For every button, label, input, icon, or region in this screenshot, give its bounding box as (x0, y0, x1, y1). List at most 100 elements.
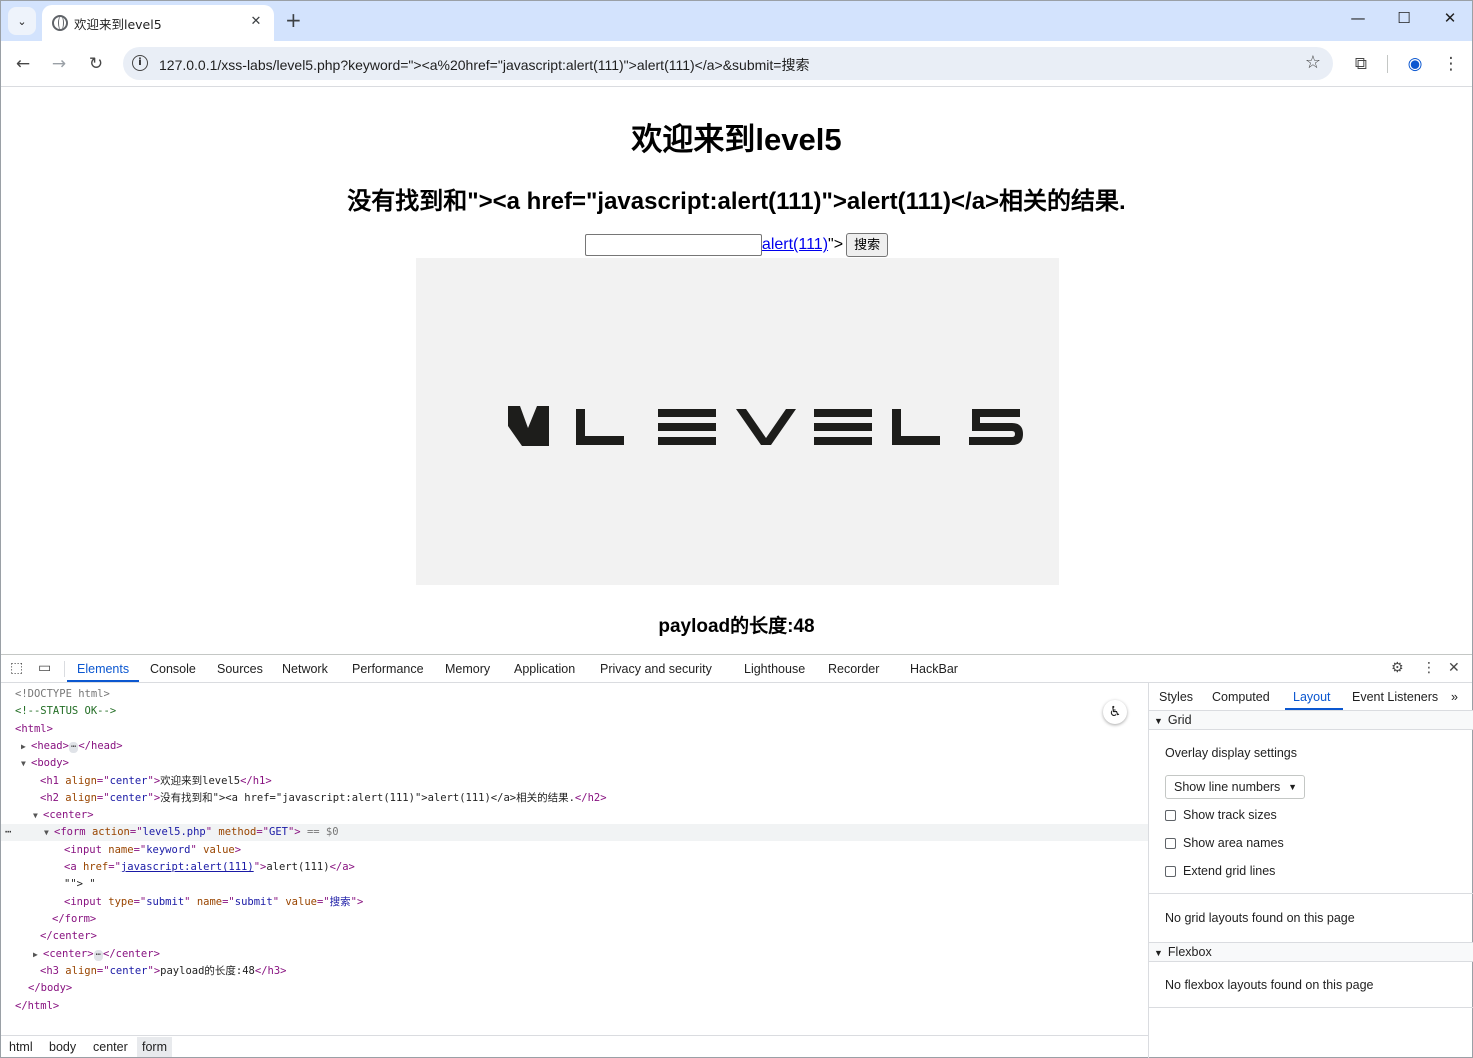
devtools-close-icon[interactable]: ✕ (1448, 660, 1460, 676)
tab-event-listeners[interactable]: Event Listeners (1352, 690, 1438, 704)
devtools-sidebar: Styles Computed Layout Event Listeners »… (1148, 683, 1473, 1058)
tab-title: 欢迎来到level5 (74, 17, 162, 32)
tabbar-divider (64, 661, 65, 677)
show-area-names-checkbox[interactable]: Show area names (1165, 836, 1284, 850)
overlay-settings-label: Overlay display settings (1165, 746, 1298, 760)
new-tab-button[interactable]: + (285, 9, 302, 31)
collapsed-ellipsis: ⋯ (93, 950, 103, 961)
dom-h2[interactable]: <h2 align="center">没有找到和"><a href="javas… (40, 790, 607, 807)
toolbar-divider (1387, 55, 1388, 73)
close-window-button[interactable]: ✕ (1440, 9, 1460, 27)
dom-head[interactable]: ▶ <head> ⋯ </head> (21, 738, 123, 755)
back-arrow-icon[interactable]: ← (11, 52, 35, 76)
tab-privacy-security[interactable]: Privacy and security (600, 662, 712, 676)
page-heading: 欢迎来到level5 (631, 122, 842, 157)
dom-center-collapsed[interactable]: ▶ <center> ⋯ </center> (33, 946, 160, 963)
globe-icon (52, 15, 68, 31)
accessibility-tree-icon[interactable]: ♿ (1103, 700, 1127, 724)
dom-html-close[interactable]: </html> (15, 998, 59, 1015)
more-tabs-chevron-icon[interactable]: » (1451, 690, 1458, 704)
tab-layout[interactable]: Layout (1293, 690, 1331, 704)
breadcrumb-form[interactable]: form (137, 1037, 172, 1057)
tab-sources[interactable]: Sources (217, 662, 263, 676)
menu-kebab-icon[interactable]: ⋮ (1439, 52, 1463, 76)
dom-input-keyword[interactable]: <input name="keyword" value> (64, 842, 241, 859)
extend-grid-lines-checkbox[interactable]: Extend grid lines (1165, 864, 1275, 878)
tab-hackbar[interactable]: HackBar (910, 662, 958, 676)
tab-network[interactable]: Network (282, 662, 328, 676)
page-content: 欢迎来到level5 没有找到和"><a href="javascript:al… (1, 88, 1472, 654)
dom-form-close[interactable]: </form> (52, 911, 96, 928)
grid-section-header[interactable]: ▼ Grid (1149, 710, 1473, 730)
divider (1149, 1007, 1473, 1008)
dom-row-more-icon[interactable]: ⋯ (5, 824, 11, 841)
address-bar[interactable]: i 127.0.0.1/xss-labs/level5.php?keyword=… (123, 47, 1333, 80)
elements-tree: <!DOCTYPE html> <!--STATUS OK--> <html> … (1, 684, 1148, 1034)
no-grid-message: No grid layouts found on this page (1165, 911, 1355, 925)
breadcrumb-body[interactable]: body (49, 1040, 76, 1054)
dom-center-close[interactable]: </center> (40, 928, 97, 945)
profile-avatar-icon[interactable]: ◉ (1403, 52, 1427, 76)
extensions-puzzle-icon[interactable]: ⧉ (1349, 52, 1373, 76)
result-heading: 没有找到和"><a href="javascript:alert(111)">a… (347, 188, 1126, 215)
device-toolbar-icon[interactable]: ▭ (38, 660, 51, 676)
dropdown-arrow-icon: ▼ (1288, 782, 1297, 792)
dom-html-open[interactable]: <html> (15, 721, 53, 738)
dom-comment[interactable]: <!--STATUS OK--> (15, 703, 116, 720)
dom-h1[interactable]: <h1 align="center">欢迎来到level5</h1> (40, 773, 272, 790)
level5-logo-image (416, 258, 1059, 585)
search-submit-button[interactable]: 搜索 (846, 233, 889, 257)
tab-console[interactable]: Console (150, 662, 196, 676)
tab-close-icon[interactable]: ✕ (246, 12, 266, 32)
dom-body-close[interactable]: </body> (28, 980, 72, 997)
no-flexbox-message: No flexbox layouts found on this page (1165, 978, 1374, 992)
line-numbers-select[interactable]: Show line numbers ▼ (1165, 775, 1305, 799)
bookmark-star-icon[interactable]: ☆ (1305, 52, 1321, 73)
browser-tab[interactable]: 欢迎来到level5 ✕ (42, 5, 274, 41)
dom-h3[interactable]: <h3 align="center">payload的长度:48</h3> (40, 963, 286, 980)
checkbox-box (1165, 865, 1176, 877)
tab-styles[interactable]: Styles (1159, 690, 1193, 704)
tab-elements[interactable]: Elements (77, 662, 129, 676)
breadcrumb-center[interactable]: center (93, 1040, 128, 1054)
maximize-button[interactable]: ☐ (1394, 9, 1414, 27)
dom-form-open[interactable]: ▼ <form action="level5.php" method="GET">… (44, 824, 339, 841)
dom-a[interactable]: <a href="javascript:alert(111)">alert(11… (64, 859, 355, 876)
dom-input-submit[interactable]: <input type="submit" name="submit" value… (64, 894, 363, 911)
search-form: alert(111)"> 搜索 (1, 233, 1472, 257)
site-info-icon[interactable]: i (132, 55, 148, 71)
tab-search-chevron-down-icon[interactable]: ⌄ (8, 7, 36, 35)
expand-triangle-icon: ▶ (33, 950, 38, 959)
dom-text-node[interactable]: ""> " (64, 876, 96, 893)
dom-center-open[interactable]: ▼ <center> (33, 807, 94, 824)
tab-computed[interactable]: Computed (1212, 690, 1270, 704)
collapse-triangle-icon: ▼ (44, 828, 49, 837)
settings-gear-icon[interactable]: ⚙ (1391, 660, 1404, 676)
minimize-button[interactable]: — (1348, 9, 1368, 27)
reload-icon[interactable]: ↻ (84, 52, 108, 76)
tab-recorder[interactable]: Recorder (828, 662, 879, 676)
forward-arrow-icon[interactable]: → (47, 52, 71, 76)
url-text[interactable]: 127.0.0.1/xss-labs/level5.php?keyword=">… (159, 55, 809, 75)
injected-link[interactable]: alert(111) (762, 236, 828, 253)
collapse-triangle-icon: ▼ (1154, 716, 1163, 726)
devtools-tabbar: ⬚ ▭ Elements Console Sources Network Per… (1, 655, 1472, 683)
keyword-input[interactable] (584, 234, 762, 256)
collapsed-ellipsis: ⋯ (68, 742, 79, 753)
tab-application[interactable]: Application (514, 662, 575, 676)
tab-memory[interactable]: Memory (445, 662, 490, 676)
tab-lighthouse[interactable]: Lighthouse (744, 662, 805, 676)
tab-performance[interactable]: Performance (352, 662, 424, 676)
dom-body-open[interactable]: ▼ <body> (21, 755, 69, 772)
collapse-triangle-icon: ▼ (1154, 948, 1163, 958)
breadcrumb: html body center form (1, 1035, 1148, 1058)
devtools-menu-kebab-icon[interactable]: ⋮ (1422, 660, 1436, 676)
devtools-panel: ⬚ ▭ Elements Console Sources Network Per… (1, 654, 1473, 1058)
flexbox-section-header[interactable]: ▼ Flexbox (1149, 942, 1473, 962)
breadcrumb-html[interactable]: html (9, 1040, 33, 1054)
inspect-element-icon[interactable]: ⬚ (10, 660, 23, 676)
payload-length-heading: payload的长度:48 (658, 616, 815, 637)
dom-doctype[interactable]: <!DOCTYPE html> (15, 686, 110, 703)
show-track-sizes-checkbox[interactable]: Show track sizes (1165, 808, 1277, 822)
sidebar-tabbar: Styles Computed Layout Event Listeners » (1149, 683, 1473, 711)
